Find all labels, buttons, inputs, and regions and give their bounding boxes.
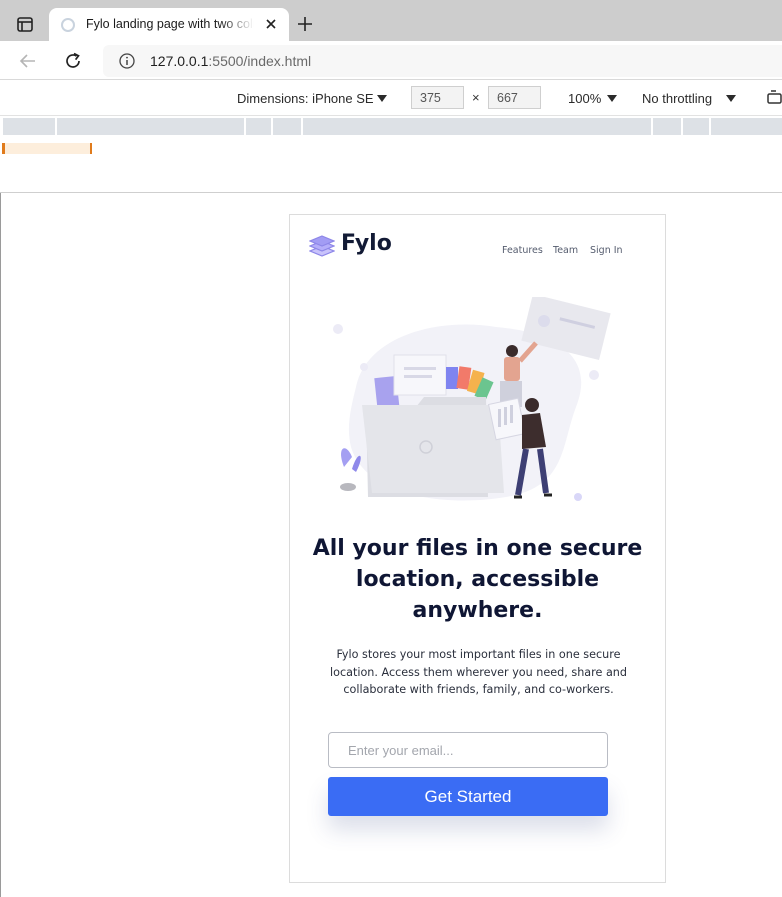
browser-tab[interactable]: Fylo landing page with two columns	[49, 8, 289, 41]
times-sign: ×	[472, 90, 480, 105]
tab-actions-icon[interactable]	[14, 15, 36, 35]
hero-description: Fylo stores your most important files in…	[330, 648, 627, 696]
address-bar[interactable]: 127.0.0.1:5500/index.html	[103, 45, 782, 77]
back-arrow-icon[interactable]	[19, 52, 37, 70]
device-toolbar: Dimensions: iPhone SE 375 × 667 100% No …	[0, 81, 782, 116]
logo-icon	[308, 234, 336, 258]
nav-link-features[interactable]: Features	[502, 245, 543, 256]
throttling-dropdown[interactable]: No throttling	[642, 91, 712, 106]
media-query-bar[interactable]	[2, 143, 92, 154]
info-icon[interactable]	[119, 53, 135, 69]
ruler-segment[interactable]	[711, 118, 782, 135]
url-host: 127.0.0.1	[150, 53, 209, 69]
globe-icon	[61, 18, 75, 32]
ruler-segment[interactable]	[3, 118, 55, 135]
height-input[interactable]: 667	[488, 86, 541, 109]
hero-illustration	[333, 297, 611, 501]
ruler-segment[interactable]	[303, 118, 651, 135]
divider	[0, 193, 1, 897]
address-bar-row: 127.0.0.1:5500/index.html	[0, 41, 782, 80]
url-text: 127.0.0.1:5500/index.html	[150, 53, 311, 69]
tab-strip: Fylo landing page with two columns	[0, 0, 782, 41]
zoom-dropdown[interactable]: 100%	[568, 91, 601, 106]
brand-name[interactable]: Fylo	[341, 231, 392, 256]
chevron-down-icon[interactable]	[726, 95, 736, 102]
chevron-down-icon[interactable]	[377, 95, 387, 102]
ruler-segment[interactable]	[246, 118, 271, 135]
ruler-segment[interactable]	[57, 118, 244, 135]
plus-icon[interactable]	[296, 15, 314, 33]
divider	[0, 192, 782, 193]
width-input[interactable]: 375	[411, 86, 464, 109]
nav-link-sign-in[interactable]: Sign In	[590, 245, 623, 256]
ruler-segment[interactable]	[653, 118, 681, 135]
dimensions-dropdown[interactable]: Dimensions: iPhone SE	[237, 91, 374, 106]
get-started-button[interactable]: Get Started	[328, 777, 608, 816]
reload-icon[interactable]	[63, 51, 83, 71]
chevron-down-icon[interactable]	[607, 95, 617, 102]
rotate-icon[interactable]	[766, 89, 782, 107]
hero-headline: All your files in one secure location, a…	[312, 536, 643, 623]
url-path: :5500/index.html	[208, 53, 312, 69]
media-query-ruler	[0, 117, 782, 136]
ruler-segment[interactable]	[273, 118, 301, 135]
close-icon[interactable]	[263, 16, 279, 32]
email-input[interactable]	[328, 732, 608, 768]
device-viewport: Fylo Features Team Sign In All your file…	[289, 214, 666, 883]
tab-title: Fylo landing page with two columns	[86, 17, 254, 31]
ruler-segment[interactable]	[683, 118, 709, 135]
nav-link-team[interactable]: Team	[553, 245, 578, 256]
